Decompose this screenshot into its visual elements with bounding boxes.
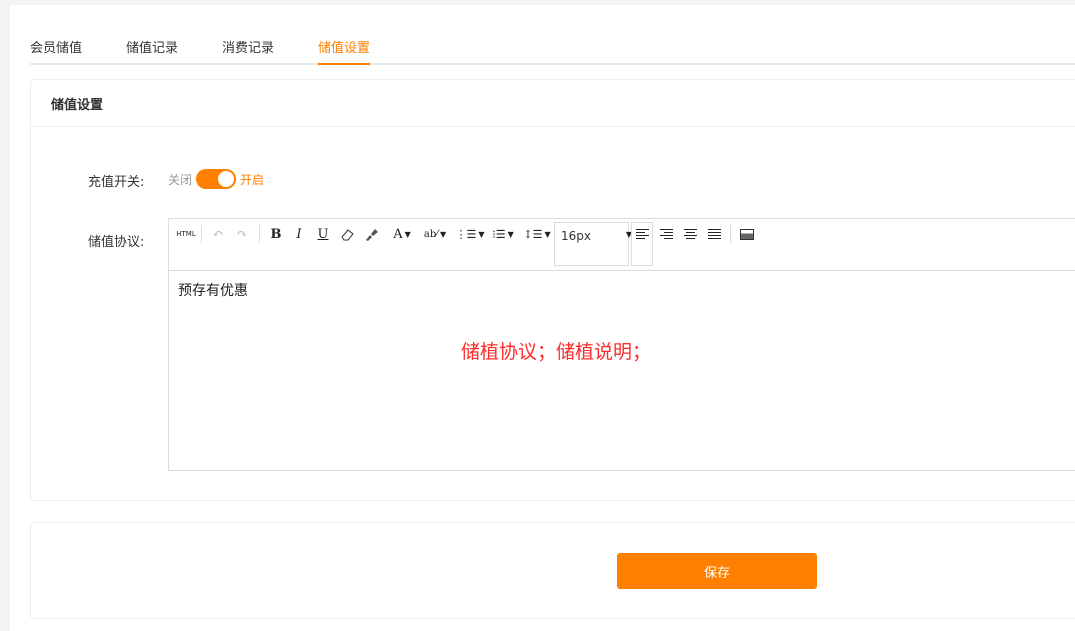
- recharge-toggle[interactable]: [196, 169, 237, 189]
- tab-deposit-settings[interactable]: 储值设置: [318, 37, 371, 65]
- align-justify-icon[interactable]: [705, 224, 723, 244]
- toggle-knob: [218, 171, 235, 187]
- redo-icon[interactable]: ↷: [233, 224, 251, 244]
- switch-label: 充值开关:: [88, 175, 145, 190]
- font-size-value: 16px: [561, 229, 591, 243]
- switch-on-label: 开启: [240, 172, 265, 187]
- editor-content-text: 预存有优惠: [178, 283, 248, 299]
- chevron-down-icon: ▼: [544, 229, 551, 239]
- save-panel: 保存: [30, 522, 1075, 619]
- switch-off-label: 关闭: [168, 172, 193, 187]
- insert-image-icon[interactable]: [738, 224, 756, 244]
- page: 会员储值 储值记录 消费记录 储值设置 储值设置 充值开关: 关闭 开启 储值协…: [10, 5, 1075, 631]
- align-center-icon[interactable]: [681, 224, 699, 244]
- save-button[interactable]: 保存: [617, 553, 817, 589]
- tab-member-deposit[interactable]: 会员储值: [30, 37, 82, 63]
- rich-text-editor: HTML ↶ ↷ B I U A ▼ ab⁄ ▼ ⋮☰ ▼ ⁝☰ ▼ ↕☰ ▼ …: [168, 218, 1075, 471]
- editor-note-text: 储植协议；储植说明；: [461, 341, 652, 363]
- font-color-button[interactable]: A ▼: [388, 224, 416, 244]
- line-height-icon: ↕☰: [523, 227, 543, 241]
- italic-button[interactable]: I: [290, 224, 308, 244]
- html-source-button[interactable]: HTML: [175, 224, 197, 244]
- agreement-label: 储值协议:: [88, 235, 145, 250]
- eraser-icon[interactable]: [338, 224, 356, 244]
- panel-title: 储值设置: [31, 80, 1075, 127]
- editor-toolbar: HTML ↶ ↷ B I U A ▼ ab⁄ ▼ ⋮☰ ▼ ⁝☰ ▼ ↕☰ ▼ …: [169, 219, 1075, 271]
- ordered-list-icon: ⋮☰: [455, 227, 477, 241]
- ordered-list-button[interactable]: ⋮☰ ▼: [455, 224, 485, 244]
- font-color-letter: A: [393, 226, 403, 242]
- chevron-down-icon: ▼: [404, 229, 411, 239]
- undo-icon[interactable]: ↶: [209, 224, 227, 244]
- line-height-button[interactable]: ↕☰ ▼: [523, 224, 551, 244]
- bold-button[interactable]: B: [267, 224, 285, 244]
- editor-content-area[interactable]: 预存有优惠 储植协议；储植说明；: [169, 271, 1075, 470]
- unordered-list-icon: ⁝☰: [492, 227, 506, 241]
- toolbar-separator: [201, 225, 202, 243]
- recharge-switch-group: 关闭 开启: [168, 168, 264, 190]
- align-right-icon[interactable]: [657, 224, 675, 244]
- font-size-select[interactable]: 16px: [554, 222, 629, 266]
- chevron-down-icon: ▼: [439, 229, 447, 239]
- underline-button[interactable]: U: [314, 224, 332, 244]
- tab-bar: 会员储值 储值记录 消费记录 储值设置: [30, 29, 1075, 65]
- format-brush-icon[interactable]: [362, 224, 380, 244]
- settings-panel: 储值设置 充值开关: 关闭 开启 储值协议: HTML ↶ ↷ B I U A …: [30, 79, 1075, 501]
- toolbar-separator: [259, 225, 260, 243]
- tab-deposit-records[interactable]: 储值记录: [126, 37, 178, 63]
- chevron-down-icon: ▼: [507, 229, 514, 239]
- highlight-icon: ab⁄: [423, 228, 438, 240]
- unordered-list-button[interactable]: ⁝☰ ▼: [489, 224, 517, 244]
- toolbar-separator: [730, 225, 731, 243]
- highlight-color-button[interactable]: ab⁄ ▼: [421, 224, 449, 244]
- align-left-icon[interactable]: [633, 224, 651, 244]
- tab-consumption-records[interactable]: 消费记录: [222, 37, 274, 63]
- chevron-down-icon: ▼: [478, 229, 485, 239]
